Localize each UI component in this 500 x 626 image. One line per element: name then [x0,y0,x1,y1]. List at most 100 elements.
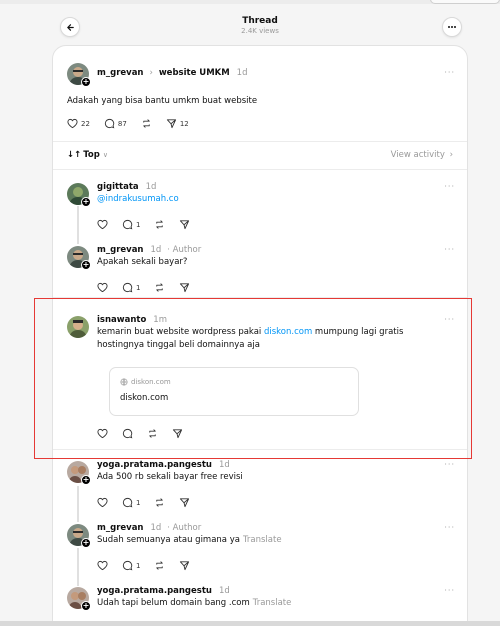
author-badge: · Author [167,245,202,255]
sort-bar: ↓↑ Top ∨ View activity › [67,150,453,164]
follow-plus-icon[interactable]: + [81,77,91,87]
share-button[interactable] [179,282,190,293]
post-header: m_grevan › website UMKM 1d [97,68,247,78]
reply-time: 1d [218,460,230,470]
comment-icon [122,282,133,293]
follow-plus-icon[interactable]: + [81,538,91,548]
repost-button[interactable] [154,219,165,230]
view-activity-link[interactable]: View activity › [391,150,453,160]
reply-count: 1 [136,283,141,292]
repost-icon [156,220,164,229]
reply-text: @indrakusumah.co [97,193,179,206]
like-button[interactable] [97,560,108,571]
reply-button[interactable]: 1 [122,497,140,508]
follow-plus-icon[interactable]: + [81,260,91,270]
username[interactable]: gigittata [97,182,139,192]
reply-text: Ada 500 rb sekali bayar free revisi [97,472,243,482]
send-icon [180,498,190,508]
tab-pill [430,0,500,4]
send-icon [166,119,176,129]
repost-icon [156,498,164,507]
heart-icon [97,219,108,230]
reply-text-part: Udah tapi belum domain bang .com [97,598,250,608]
reply-button[interactable]: 1 [122,560,140,571]
reply-time: 1d [145,182,157,192]
reply-more-icon[interactable]: ··· [444,586,455,595]
reply-more-icon[interactable]: ··· [444,523,455,532]
reply-header: yoga.pratama.pangestu 1d [97,460,230,470]
reply-time: 1d [150,245,162,255]
heart-icon [97,282,108,293]
post-actions: 22 87 12 [67,118,203,129]
reply-more-icon[interactable]: ··· [444,245,455,254]
thread-header: Thread 2.4K views [52,14,468,44]
thread-connector-line [77,548,79,586]
reply-count: 1 [136,220,141,229]
sort-arrows-icon: ↓↑ [67,150,82,160]
comment-icon [122,560,133,571]
follow-plus-icon[interactable]: + [81,475,91,485]
like-button[interactable] [97,282,108,293]
send-icon [180,561,190,571]
reply-button[interactable]: 1 [122,219,140,230]
heart-icon [97,560,108,571]
reply-header: gigittata 1d [97,182,156,192]
repost-icon [143,119,150,128]
reply-actions: 1 [97,282,204,293]
divider [53,141,467,142]
like-button[interactable] [97,219,108,230]
chevron-right-icon: › [149,68,153,78]
repost-button[interactable] [154,282,165,293]
translate-link[interactable]: Translate [253,598,292,608]
send-icon [180,220,190,230]
comment-icon [122,219,133,230]
sort-dropdown[interactable]: ↓↑ Top ∨ [67,150,108,160]
reply-count: 1 [136,498,141,507]
mention-link[interactable]: @indrakusumah.co [97,194,179,204]
comment-icon [104,118,115,129]
reply-more-icon[interactable]: ··· [444,182,455,191]
community-name[interactable]: website UMKM [159,68,230,78]
reply-header: m_grevan 1d · Author [97,523,201,533]
view-count: 2.4K views [241,27,279,35]
username[interactable]: m_grevan [97,68,143,78]
username[interactable]: yoga.pratama.pangestu [97,460,212,470]
follow-plus-icon[interactable]: + [81,197,91,207]
heart-icon [97,497,108,508]
like-button[interactable] [97,497,108,508]
highlight-box [34,298,472,459]
reply-time: 1d [150,523,162,533]
repost-button[interactable] [154,560,165,571]
reply-button[interactable]: 1 [122,282,140,293]
browser-top-strip [0,0,500,4]
header-title-group: Thread 2.4K views [52,16,468,36]
reply-actions: 1 [97,219,204,230]
post-more-icon[interactable]: ··· [444,68,455,77]
repost-button[interactable] [141,118,152,129]
username[interactable]: m_grevan [97,245,143,255]
repost-button[interactable] [154,497,165,508]
username[interactable]: m_grevan [97,523,143,533]
follow-plus-icon[interactable]: + [81,601,91,611]
page-title: Thread [242,16,278,26]
reply-header: yoga.pratama.pangestu 1d [97,586,230,596]
sort-label: Top [83,150,100,160]
more-options-button[interactable] [442,17,462,37]
username[interactable]: yoga.pratama.pangestu [97,586,212,596]
reply-time: 1d [218,586,230,596]
reply-more-icon[interactable]: ··· [444,460,455,469]
thread-connector-line [77,486,79,522]
share-button[interactable] [179,219,190,230]
chevron-right-icon: › [449,150,453,160]
translate-link[interactable]: Translate [243,535,282,545]
view-activity-label: View activity [390,150,445,160]
reply-text-part: Sudah semuanya atau gimana ya [97,535,240,545]
scroll-edge [0,621,500,626]
share-button[interactable] [179,497,190,508]
reply-button[interactable]: 87 [104,118,127,129]
like-button[interactable]: 22 [67,118,90,129]
reply-header: m_grevan 1d · Author [97,245,201,255]
share-button[interactable] [179,560,190,571]
post-text: Adakah yang bisa bantu umkm buat website [67,96,258,106]
share-button[interactable]: 12 [166,118,189,129]
